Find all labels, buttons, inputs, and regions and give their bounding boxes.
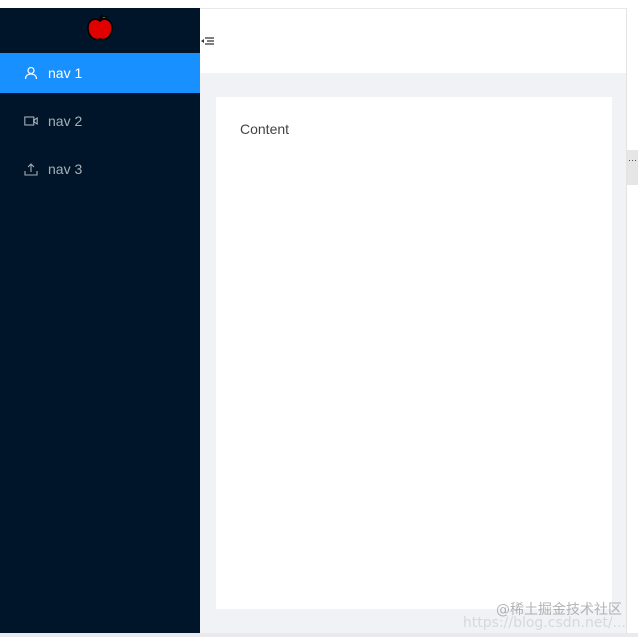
header	[200, 8, 626, 73]
user-icon	[24, 66, 38, 80]
app-window: nav 1 nav 2 nav 3 Content ⋯ https://blog…	[0, 0, 638, 637]
upload-icon	[24, 162, 38, 176]
scrollbar-handle[interactable]: ⋯	[627, 150, 638, 185]
content-panel: Content	[216, 97, 612, 609]
watermark: @稀土掘金技术社区	[496, 602, 622, 618]
sidebar-item-nav-3[interactable]: nav 3	[0, 149, 200, 189]
bottom-border	[0, 633, 638, 637]
sidebar-item-label: nav 3	[48, 161, 83, 177]
logo[interactable]	[0, 8, 200, 53]
sidebar-item-nav-2[interactable]: nav 2	[0, 101, 200, 141]
menu-fold-icon[interactable]	[200, 33, 216, 49]
sidebar-item-label: nav 2	[48, 113, 83, 129]
content-text: Content	[240, 121, 290, 137]
video-camera-icon	[24, 114, 38, 128]
sidebar-item-label: nav 1	[48, 65, 83, 81]
apple-icon	[85, 13, 115, 48]
sidebar: nav 1 nav 2 nav 3	[0, 8, 200, 633]
sidebar-item-nav-1[interactable]: nav 1	[0, 53, 200, 93]
right-edge	[626, 8, 638, 637]
